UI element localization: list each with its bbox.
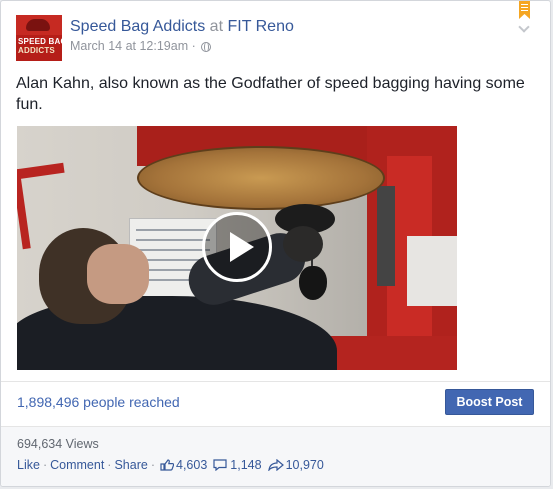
divider [1,381,550,382]
boost-post-button[interactable]: Boost Post [445,389,534,415]
timestamp-link[interactable]: March 14 at 12:19am [70,39,188,53]
video-person-hand [283,226,323,262]
video-speed-bag [299,266,327,300]
post-actions: Like · Comment · Share · 4,603 1,148 10,970 [17,458,324,472]
play-triangle [230,232,254,262]
like-link[interactable]: Like [17,458,40,472]
comment-icon[interactable] [213,459,227,471]
location-link[interactable]: FIT Reno [227,18,293,35]
action-separator: · [107,458,112,472]
meta-separator: · [191,39,196,53]
views-count: 694,634 Views [17,437,99,451]
avatar-text-1: SPEED BAG [18,37,62,46]
post-meta: March 14 at 12:19am · [70,39,212,53]
video-mount [377,186,395,286]
people-reached-link[interactable]: 1,898,496 people reached [17,394,180,410]
like-count[interactable]: 4,603 [176,458,207,472]
page-name-link[interactable]: Speed Bag Addicts [70,18,205,35]
post-footer [1,427,550,486]
post-title-line: Speed Bag Addicts at FIT Reno [70,18,294,36]
at-word: at [209,18,224,35]
post-text: Alan Kahn, also known as the Godfather o… [16,75,525,113]
play-icon[interactable] [202,212,272,282]
avatar-text-2: ADDICTS [18,46,55,55]
video-speed-bag-platform [137,146,385,210]
comment-count[interactable]: 1,148 [230,458,261,472]
post-card: SPEED BAG ADDICTS Speed Bag Addicts at F… [0,0,551,487]
video-player[interactable] [17,126,457,370]
comment-link[interactable]: Comment [50,458,104,472]
action-separator: · [150,458,155,472]
video-white-box [407,236,457,306]
share-count[interactable]: 10,970 [286,458,324,472]
video-person-face [87,244,149,304]
share-link[interactable]: Share [114,458,147,472]
avatar[interactable]: SPEED BAG ADDICTS [16,15,62,61]
globe-icon[interactable] [201,42,212,52]
like-icon[interactable] [160,459,174,471]
action-separator: · [42,458,48,472]
bookmark-lines [521,4,528,5]
share-icon[interactable] [267,459,284,471]
chevron-down-icon[interactable] [518,21,530,33]
avatar-logo-shape [26,19,50,31]
